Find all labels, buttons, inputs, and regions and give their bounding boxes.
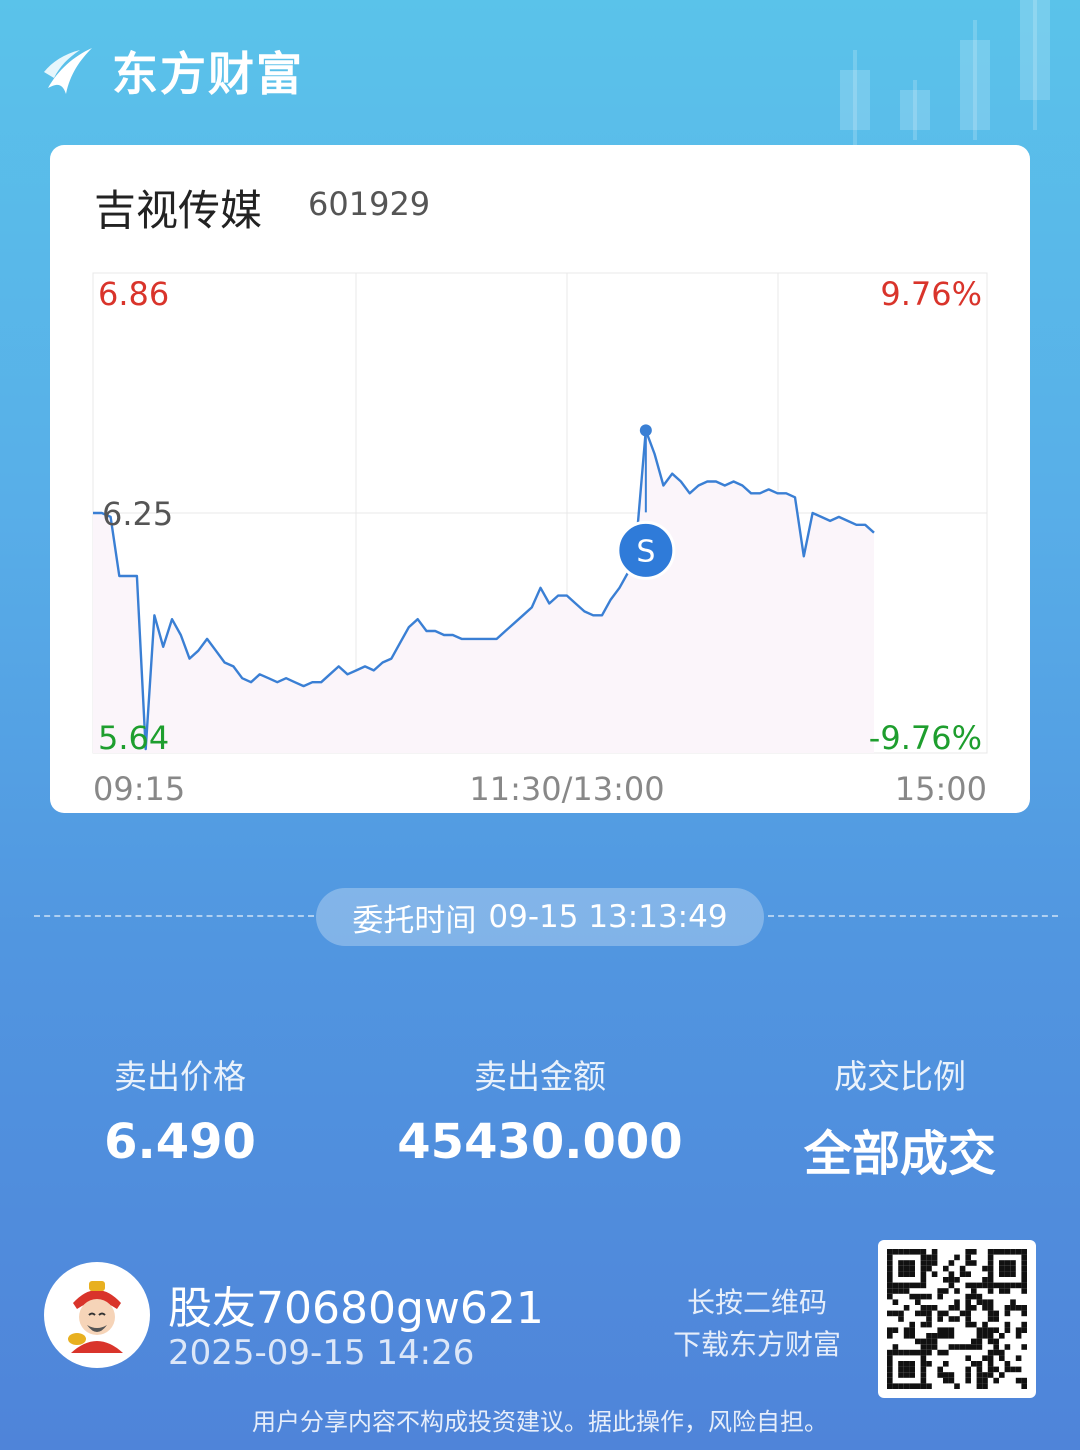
avatar[interactable] (44, 1262, 150, 1368)
x-mid-label: 11:30/13:00 (469, 770, 664, 808)
stock-chart-card: 吉视传媒 601929 6.86 6.25 5.64 9.76% -9.76% … (50, 145, 1030, 813)
pct-min-label: -9.76% (869, 719, 982, 757)
x-start-label: 09:15 (93, 770, 185, 808)
divider-right (768, 915, 1058, 917)
stat-label: 成交比例 (834, 1057, 966, 1096)
stat-value: 45430.000 (397, 1114, 683, 1170)
disclaimer: 用户分享内容不构成投资建议。据此操作，风险自担。 (252, 1408, 828, 1436)
brand-logo: 东方财富 (40, 38, 304, 104)
qr-hint: 长按二维码 下载东方财富 (662, 1282, 852, 1366)
stat-sell-amount: 卖出金额 45430.000 (360, 1050, 720, 1170)
post-time: 2025-09-15 14:26 (168, 1333, 475, 1373)
stat-value: 6.490 (104, 1114, 256, 1170)
x-end-label: 15:00 (895, 770, 987, 808)
marker-dot (639, 424, 652, 437)
stat-fill-ratio: 成交比例 全部成交 (720, 1050, 1080, 1184)
stat-label: 卖出金额 (474, 1057, 606, 1096)
candlestick-decoration (840, 0, 1050, 145)
qr-hint-line2: 下载东方财富 (672, 1328, 841, 1361)
marker-label: S (636, 534, 655, 569)
y-min-label: 5.64 (98, 719, 169, 757)
order-time-value: 09-15 13:13:49 (488, 899, 728, 935)
eastmoney-logo-icon (44, 48, 92, 94)
stat-label: 卖出价格 (114, 1057, 246, 1096)
username: 股友70680gw621 (168, 1283, 544, 1334)
pct-max-label: 9.76% (880, 275, 982, 313)
stat-value: 全部成交 (803, 1126, 996, 1182)
y-mid-label: 6.25 (102, 495, 173, 533)
order-time-label: 委托时间 (352, 902, 477, 939)
divider-left (34, 915, 314, 917)
y-max-label: 6.86 (98, 275, 169, 313)
qr-code-icon[interactable] (878, 1240, 1036, 1398)
order-time-pill: 委托时间 09-15 13:13:49 (316, 888, 764, 946)
qr-hint-line1: 长按二维码 (686, 1286, 827, 1319)
stat-sell-price: 卖出价格 6.490 (0, 1050, 360, 1170)
fortune-god-avatar-icon (68, 1281, 123, 1353)
price-area (93, 430, 874, 753)
brand-name: 东方财富 (112, 47, 304, 101)
intraday-chart: 6.86 6.25 5.64 9.76% -9.76% 09:15 11:30/… (92, 272, 988, 808)
